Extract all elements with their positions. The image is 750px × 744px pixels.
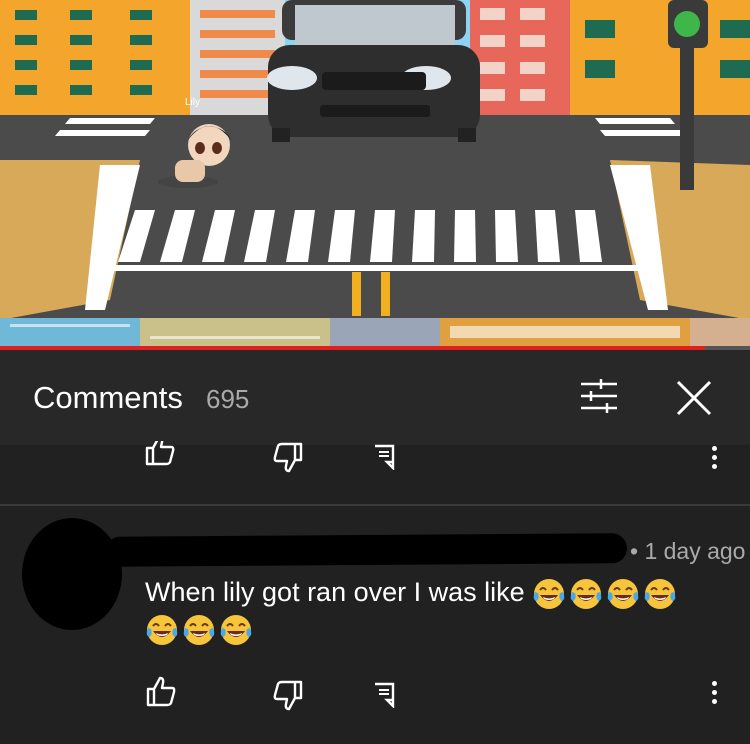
comments-title: Comments — [33, 380, 183, 415]
close-icon[interactable] — [674, 378, 714, 418]
comments-count: 695 — [206, 384, 250, 414]
avatar[interactable] — [22, 518, 122, 630]
tears-of-joy-emoji — [570, 578, 602, 609]
tears-of-joy-emoji — [607, 578, 639, 609]
tears-of-joy-emoji — [644, 578, 676, 609]
character-name-label: Lily — [185, 97, 200, 108]
seekbar-thumbnails[interactable] — [0, 316, 750, 350]
thumbs-down-icon[interactable] — [272, 680, 304, 712]
sort-sliders-icon[interactable] — [578, 377, 620, 415]
reply-icon[interactable] — [372, 444, 396, 470]
thumbs-up-icon[interactable] — [144, 674, 178, 708]
reply-icon[interactable] — [372, 681, 396, 709]
comment-text: When lily got ran over I was like — [145, 577, 525, 607]
more-vertical-icon[interactable] — [709, 446, 719, 469]
author-name[interactable] — [104, 533, 628, 567]
comment-timestamp: • 1 day ago — [630, 538, 746, 564]
tears-of-joy-emoji — [146, 614, 178, 645]
tears-of-joy-emoji — [183, 614, 215, 645]
thumbs-up-icon[interactable] — [144, 441, 176, 467]
thumbs-down-icon[interactable] — [272, 442, 304, 473]
comment-body: When lily got ran over I was like — [145, 575, 725, 647]
video-frame: Lily — [0, 0, 750, 320]
video-player[interactable]: Lily — [0, 0, 750, 350]
tears-of-joy-emoji — [220, 614, 252, 645]
tears-of-joy-emoji — [533, 578, 565, 609]
more-vertical-icon[interactable] — [709, 681, 719, 704]
comment-divider — [0, 504, 750, 506]
